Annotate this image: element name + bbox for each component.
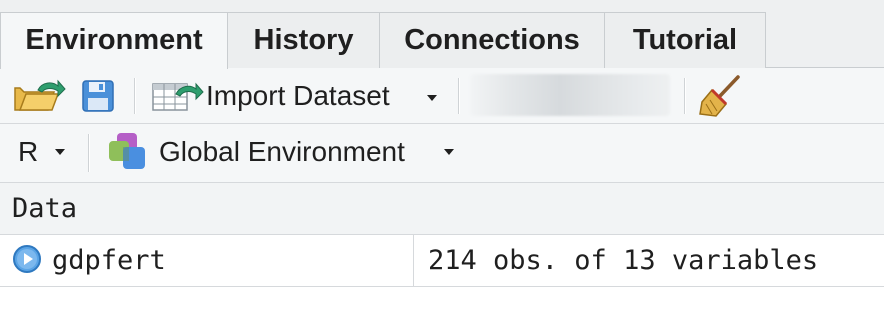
toolbar-separator (88, 134, 90, 172)
chevron-down-icon[interactable] (444, 149, 454, 155)
tab-history[interactable]: History (227, 12, 380, 68)
data-section-header[interactable]: Data (0, 183, 884, 235)
toolbar-separator (458, 78, 460, 114)
import-dataset-button[interactable]: Import Dataset (206, 80, 390, 112)
tab-connections[interactable]: Connections (379, 12, 605, 68)
broom-icon[interactable] (698, 74, 742, 123)
environment-pane: Environment History Connections Tutorial (0, 0, 884, 312)
toolbar-separator (684, 78, 686, 114)
chevron-down-icon[interactable] (427, 95, 437, 101)
language-select[interactable]: R (18, 136, 38, 168)
toolbar-separator (134, 78, 136, 114)
tab-bar: Environment History Connections Tutorial (0, 0, 884, 69)
environment-select[interactable]: Global Environment (159, 136, 405, 168)
memory-usage-indicator (470, 74, 670, 116)
column-divider (413, 235, 414, 286)
variable-name[interactable]: gdpfert (52, 245, 166, 276)
tab-environment[interactable]: Environment (0, 12, 228, 69)
tab-tutorial[interactable]: Tutorial (604, 12, 766, 68)
open-folder-icon[interactable] (12, 78, 66, 119)
expand-play-icon[interactable] (12, 244, 42, 279)
import-table-icon[interactable] (152, 80, 204, 117)
chevron-down-icon[interactable] (55, 149, 65, 155)
variable-value: 214 obs. of 13 variables (428, 245, 819, 276)
table-row[interactable]: gdpfert 214 obs. of 13 variables (0, 235, 884, 287)
environment-layers-icon (108, 132, 150, 177)
section-title: Data (12, 193, 78, 224)
save-disk-icon[interactable] (82, 80, 114, 117)
workspace-toolbar: Import Dataset (0, 68, 884, 124)
environment-toolbar: R Global Environment (0, 124, 884, 183)
